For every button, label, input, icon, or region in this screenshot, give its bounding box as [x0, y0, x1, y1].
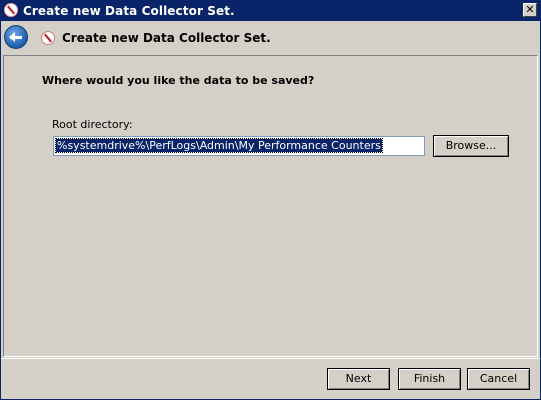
question-heading: Where would you like the data to be save… — [42, 74, 315, 87]
title-bar[interactable]: Create new Data Collector Set. ✕ — [1, 1, 540, 21]
back-arrow-icon[interactable] — [4, 25, 28, 49]
wizard-header: Create new Data Collector Set. — [1, 22, 540, 52]
close-button[interactable]: ✕ — [523, 3, 537, 17]
root-directory-label: Root directory: — [52, 118, 133, 131]
root-directory-value: %systemdrive%\PerfLogs\Admin\My Performa… — [55, 138, 383, 153]
finish-button[interactable]: Finish — [398, 368, 461, 390]
next-button[interactable]: Next — [327, 368, 390, 390]
data-collector-icon — [4, 3, 18, 17]
cancel-button[interactable]: Cancel — [467, 368, 530, 390]
root-directory-input[interactable]: %systemdrive%\PerfLogs\Admin\My Performa… — [53, 136, 425, 156]
browse-button[interactable]: Browse... — [433, 135, 509, 157]
window-title: Create new Data Collector Set. — [23, 4, 235, 18]
wizard-window: Create new Data Collector Set. ✕ Create … — [0, 0, 541, 400]
data-collector-icon — [41, 31, 55, 45]
footer-divider — [1, 358, 540, 359]
page-title: Create new Data Collector Set. — [62, 31, 271, 45]
wizard-content: Where would you like the data to be save… — [3, 55, 538, 357]
